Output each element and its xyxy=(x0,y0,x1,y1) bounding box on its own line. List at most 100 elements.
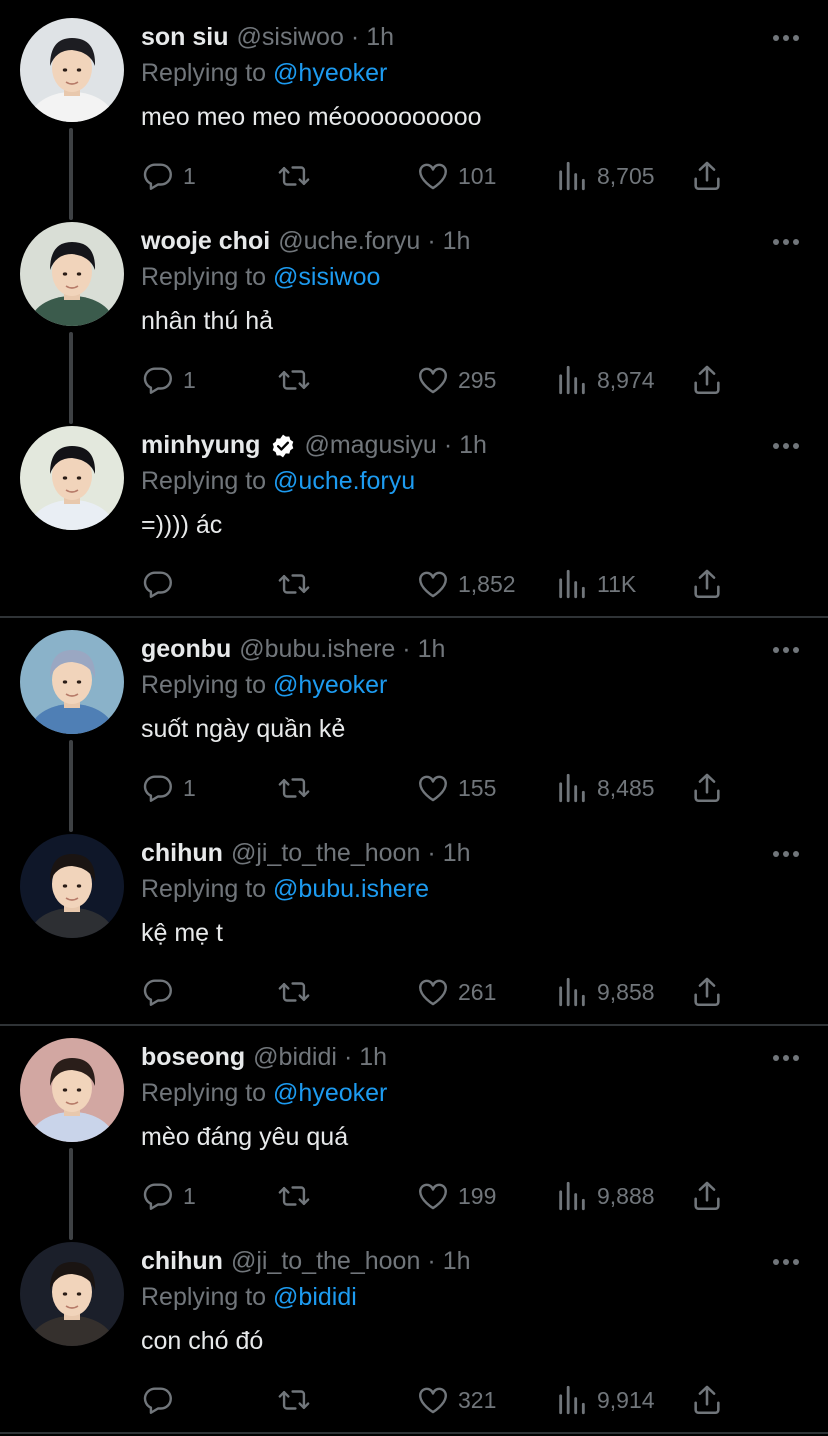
tweet[interactable]: chihun @ji_to_the_hoon · 1h Replying to … xyxy=(0,816,828,1020)
tweet-actions: 321 9,914 xyxy=(141,1382,741,1422)
user-handle[interactable]: @sisiwoo xyxy=(237,23,344,52)
replying-to-mention[interactable]: @uche.foryu xyxy=(273,467,415,495)
speech-bubble-icon xyxy=(143,571,172,598)
replying-to-mention[interactable]: @hyeoker xyxy=(273,671,387,699)
like-button[interactable]: 295 xyxy=(416,362,496,398)
tweet[interactable]: wooje choi @uche.foryu · 1h Replying to … xyxy=(0,204,828,424)
replying-to-mention[interactable]: @bubu.ishere xyxy=(273,875,429,903)
retweet-button[interactable] xyxy=(277,158,319,194)
share-button[interactable] xyxy=(690,770,724,806)
views-button[interactable]: 11K xyxy=(555,566,636,602)
reply-button[interactable] xyxy=(141,566,183,602)
tweet-actions: 1 101 8,705 xyxy=(141,158,741,198)
timestamp[interactable]: 1h xyxy=(359,1043,387,1072)
speech-bubble-icon xyxy=(143,367,172,394)
timestamp[interactable]: 1h xyxy=(366,23,394,52)
timestamp[interactable]: 1h xyxy=(443,839,471,868)
user-handle[interactable]: @ji_to_the_hoon xyxy=(231,1247,420,1276)
share-button[interactable] xyxy=(690,566,724,602)
user-handle[interactable]: @bididi xyxy=(253,1043,337,1072)
replying-to-mention[interactable]: @sisiwoo xyxy=(273,263,380,291)
views-button[interactable]: 9,914 xyxy=(555,1382,655,1418)
display-name[interactable]: minhyung xyxy=(141,431,260,460)
retweet-arrows-icon xyxy=(278,982,310,1002)
views-button[interactable]: 8,705 xyxy=(555,158,655,194)
separator-dot: · xyxy=(343,1043,353,1071)
tweet[interactable]: son siu @sisiwoo · 1h Replying to @hyeok… xyxy=(0,0,828,220)
share-button[interactable] xyxy=(690,974,724,1010)
share-upload-icon xyxy=(694,773,720,803)
timestamp[interactable]: 1h xyxy=(459,431,487,460)
more-options-icon[interactable] xyxy=(770,232,802,252)
share-button[interactable] xyxy=(690,1382,724,1418)
more-options-icon[interactable] xyxy=(770,844,802,864)
tweet-text: kệ mẹ t xyxy=(141,919,223,947)
user-handle[interactable]: @magusiyu xyxy=(304,431,436,460)
views-button[interactable]: 8,485 xyxy=(555,770,655,806)
retweet-button[interactable] xyxy=(277,1382,319,1418)
tweet[interactable]: geonbu @bubu.ishere · 1h Replying to @hy… xyxy=(0,612,828,832)
tweet-text: nhân thú hả xyxy=(141,307,274,335)
retweet-button[interactable] xyxy=(277,974,319,1010)
display-name[interactable]: boseong xyxy=(141,1043,245,1072)
avatar[interactable] xyxy=(20,1038,124,1142)
tweet[interactable]: minhyung @magusiyu · 1h Replying to @uch… xyxy=(0,408,828,612)
more-options-icon[interactable] xyxy=(770,640,802,660)
display-name[interactable]: son siu xyxy=(141,23,229,52)
display-name[interactable]: chihun xyxy=(141,1247,223,1276)
more-options-icon[interactable] xyxy=(770,1048,802,1068)
reply-button[interactable]: 1 xyxy=(141,1178,196,1214)
heart-icon xyxy=(419,775,447,802)
tweet[interactable]: boseong @bididi · 1h Replying to @hyeoke… xyxy=(0,1020,828,1240)
timestamp[interactable]: 1h xyxy=(418,635,446,664)
more-options-icon[interactable] xyxy=(770,1252,802,1272)
user-handle[interactable]: @ji_to_the_hoon xyxy=(231,839,420,868)
reply-button[interactable] xyxy=(141,974,183,1010)
tweet[interactable]: chihun @ji_to_the_hoon · 1h Replying to … xyxy=(0,1224,828,1428)
timestamp[interactable]: 1h xyxy=(443,227,471,256)
replying-to-mention[interactable]: @hyeoker xyxy=(273,59,387,87)
views-button[interactable]: 8,974 xyxy=(555,362,655,398)
share-button[interactable] xyxy=(690,1178,724,1214)
like-button[interactable]: 321 xyxy=(416,1382,496,1418)
like-button[interactable]: 1,852 xyxy=(416,566,516,602)
views-button[interactable]: 9,858 xyxy=(555,974,655,1010)
avatar[interactable] xyxy=(20,834,124,938)
user-handle[interactable]: @bubu.ishere xyxy=(239,635,395,664)
avatar[interactable] xyxy=(20,426,124,530)
user-handle[interactable]: @uche.foryu xyxy=(278,227,420,256)
replying-to-mention[interactable]: @bididi xyxy=(273,1283,357,1311)
share-upload-icon xyxy=(694,365,720,395)
tweet-actions: 1 295 8,974 xyxy=(141,362,741,402)
more-options-icon[interactable] xyxy=(770,28,802,48)
avatar[interactable] xyxy=(20,18,124,122)
display-name[interactable]: geonbu xyxy=(141,635,231,664)
avatar[interactable] xyxy=(20,630,124,734)
display-name[interactable]: chihun xyxy=(141,839,223,868)
avatar[interactable] xyxy=(20,1242,124,1346)
reply-button[interactable]: 1 xyxy=(141,770,196,806)
reply-button[interactable] xyxy=(141,1382,183,1418)
reply-button[interactable]: 1 xyxy=(141,362,196,398)
retweet-button[interactable] xyxy=(277,566,319,602)
retweet-button[interactable] xyxy=(277,770,319,806)
avatar[interactable] xyxy=(20,222,124,326)
like-button[interactable]: 261 xyxy=(416,974,496,1010)
display-name[interactable]: wooje choi xyxy=(141,227,270,256)
bar-chart-icon xyxy=(559,161,585,191)
more-options-icon[interactable] xyxy=(770,436,802,456)
retweet-button[interactable] xyxy=(277,1178,319,1214)
share-button[interactable] xyxy=(690,158,724,194)
verified-badge-icon xyxy=(273,434,294,457)
retweet-button[interactable] xyxy=(277,362,319,398)
like-button[interactable]: 101 xyxy=(416,158,496,194)
view-count: 8,485 xyxy=(597,774,655,801)
replying-to-mention[interactable]: @hyeoker xyxy=(273,1079,387,1107)
like-button[interactable]: 155 xyxy=(416,770,496,806)
timestamp[interactable]: 1h xyxy=(443,1247,471,1276)
reply-button[interactable]: 1 xyxy=(141,158,196,194)
replying-to-line: Replying to @bubu.ishere xyxy=(141,875,429,904)
share-button[interactable] xyxy=(690,362,724,398)
like-button[interactable]: 199 xyxy=(416,1178,496,1214)
views-button[interactable]: 9,888 xyxy=(555,1178,655,1214)
